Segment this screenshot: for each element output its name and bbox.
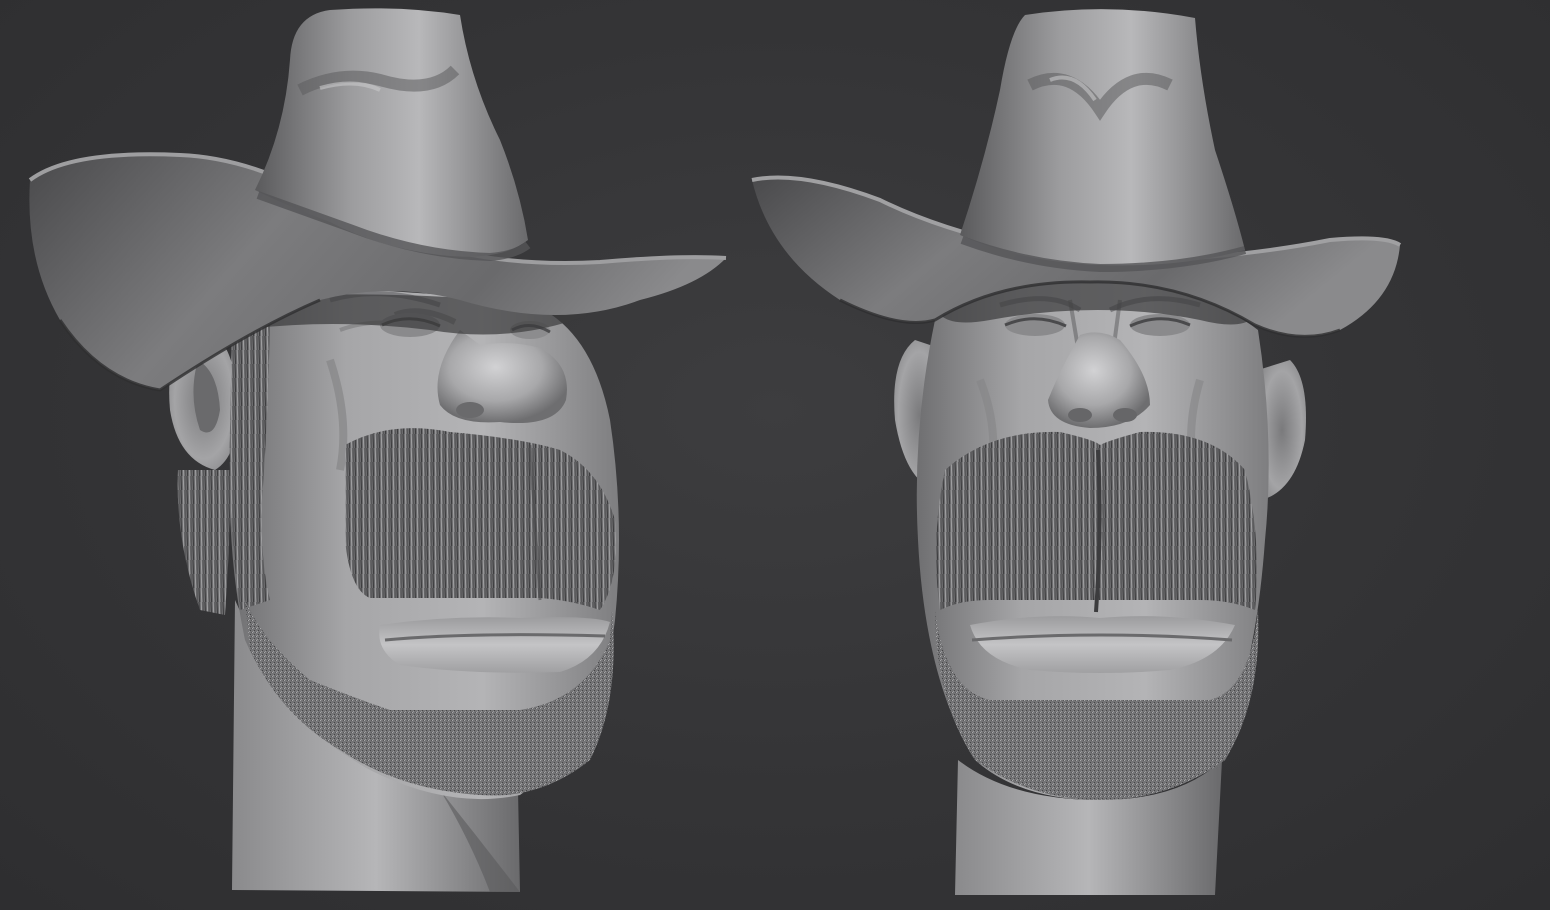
- lips: [379, 617, 610, 673]
- sculpt-viewport[interactable]: [0, 0, 1550, 910]
- sculpt-render: [28, 8, 1402, 895]
- three-quarter-view: [28, 8, 727, 892]
- hat-crown: [960, 9, 1245, 266]
- sideburn: [229, 320, 270, 610]
- front-view: [751, 9, 1402, 895]
- back-hair: [177, 470, 232, 615]
